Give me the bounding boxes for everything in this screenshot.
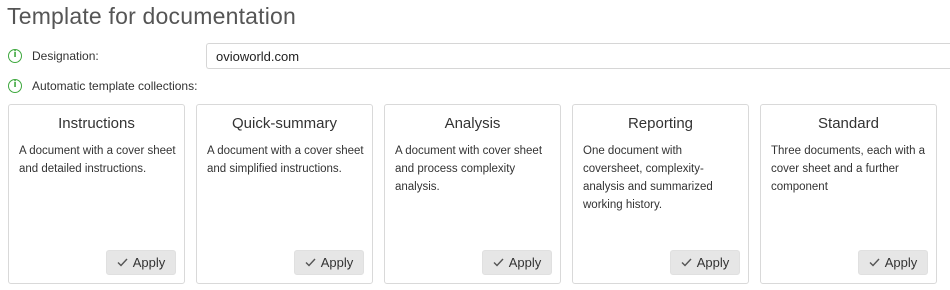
card-description: A document with cover sheet and process … xyxy=(395,145,543,193)
info-icon[interactable]: i xyxy=(8,49,22,63)
apply-button-instructions[interactable]: Apply xyxy=(106,250,176,275)
checkmark-icon xyxy=(493,258,504,267)
card-title: Standard xyxy=(818,115,879,132)
apply-button-standard[interactable]: Apply xyxy=(858,250,928,275)
apply-button-label: Apply xyxy=(884,255,918,270)
collections-label: Automatic template collections: xyxy=(32,79,198,93)
collections-row: i Automatic template collections: xyxy=(8,77,197,95)
card-title: Analysis xyxy=(444,115,501,132)
card-title: Instructions xyxy=(58,115,135,132)
designation-label: Designation: xyxy=(32,49,99,63)
template-card-quick-summary: Quick-summary A document with a cover sh… xyxy=(196,104,373,284)
card-description: A document with a cover sheet and simpli… xyxy=(207,145,364,175)
designation-input[interactable] xyxy=(206,43,950,69)
card-description: A document with a cover sheet and detail… xyxy=(19,145,176,175)
template-card-reporting: Reporting One document with coversheet, … xyxy=(572,104,749,284)
checkmark-icon xyxy=(117,258,128,267)
template-card-standard: Standard Three documents, each with a co… xyxy=(760,104,937,284)
checkmark-icon xyxy=(869,258,880,267)
page-title: Template for documentation xyxy=(7,3,297,29)
card-title: Quick-summary xyxy=(231,115,337,132)
checkmark-icon xyxy=(305,258,316,267)
apply-button-label: Apply xyxy=(320,255,354,270)
designation-row: i Designation: xyxy=(8,44,99,68)
apply-button-analysis[interactable]: Apply xyxy=(482,250,552,275)
checkmark-icon xyxy=(681,258,692,267)
card-title: Reporting xyxy=(627,115,694,132)
apply-button-label: Apply xyxy=(508,255,542,270)
template-card-analysis: Analysis A document with cover sheet and… xyxy=(384,104,561,284)
info-icon[interactable]: i xyxy=(8,79,22,93)
apply-button-reporting[interactable]: Apply xyxy=(670,250,740,275)
apply-button-label: Apply xyxy=(696,255,730,270)
card-description: Three documents, each with a cover sheet… xyxy=(771,145,926,193)
apply-button-label: Apply xyxy=(132,255,166,270)
card-description: One document with coversheet, complexity… xyxy=(583,145,713,211)
template-card-instructions: Instructions A document with a cover she… xyxy=(8,104,185,284)
apply-button-quick-summary[interactable]: Apply xyxy=(294,250,364,275)
